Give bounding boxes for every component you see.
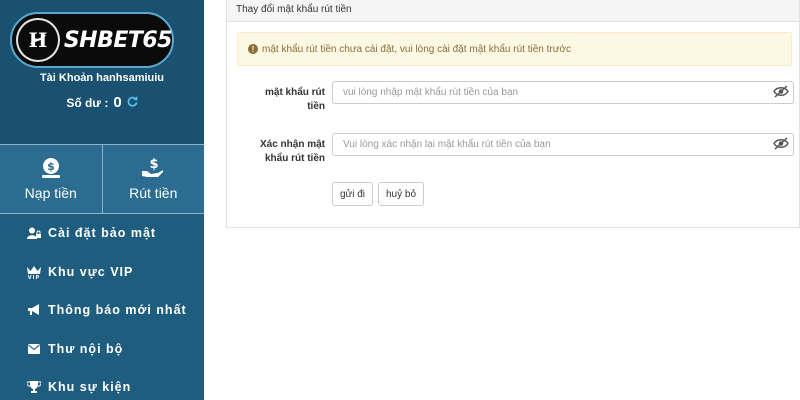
panel-title: Thay đổi mật khẩu rút tiền bbox=[227, 0, 799, 22]
crown-vip-icon: VIP bbox=[26, 265, 42, 279]
password-placeholder: vui lòng nhập mật khẩu rút tiền của bạn bbox=[343, 87, 519, 98]
deposit-button[interactable]: $ Nạp tiền bbox=[0, 145, 102, 213]
warning-alert: ! mật khẩu rút tiền chưa cài đặt, vui lò… bbox=[237, 32, 792, 66]
sidebar-item-label: Khu sự kiện bbox=[48, 380, 132, 395]
logo-text: SHBET65 bbox=[63, 27, 173, 53]
fund-actions: $ Nạp tiền $ Rút tiền bbox=[0, 144, 204, 214]
logo-emblem-icon: H bbox=[16, 18, 60, 62]
withdraw-label: Rút tiền bbox=[129, 185, 178, 201]
sidebar-menu: Cài đặt bảo mật VIP Khu vực VIP Thông bá… bbox=[0, 214, 204, 400]
password-label: mật khẩu rút tiền bbox=[235, 86, 325, 114]
envelope-icon bbox=[26, 343, 42, 354]
sidebar-item-label: Thư nội bộ bbox=[48, 341, 124, 356]
sidebar-item-notices[interactable]: Thông báo mới nhất bbox=[0, 291, 204, 330]
confirm-password-label: Xác nhận mật khẩu rút tiền bbox=[235, 138, 325, 166]
svg-text:$: $ bbox=[47, 160, 55, 173]
refresh-icon[interactable] bbox=[127, 95, 138, 110]
account-name: Tài Khoản hanhsamiuiu bbox=[39, 72, 165, 84]
sidebar-item-label: Thông báo mới nhất bbox=[48, 303, 187, 318]
submit-button[interactable]: gửi đi bbox=[332, 182, 373, 206]
balance-label: Số dư : bbox=[66, 95, 109, 110]
svg-text:$: $ bbox=[150, 157, 159, 172]
confirm-label-line2: khẩu rút tiền bbox=[264, 153, 325, 164]
confirm-password-placeholder: Vui lòng xác nhận lại mật khẩu rút tiền … bbox=[343, 139, 551, 150]
sidebar-item-inbox[interactable]: Thư nội bộ bbox=[0, 330, 204, 369]
password-label-line1: mật khẩu rút bbox=[264, 87, 325, 98]
sidebar: H SHBET65 Tài Khoản hanhsamiuiu Số dư : … bbox=[0, 0, 204, 400]
eye-slash-icon[interactable] bbox=[773, 137, 789, 153]
sidebar-item-label: Cài đặt bảo mật bbox=[48, 226, 157, 241]
trophy-icon bbox=[26, 381, 42, 394]
warning-text: mật khẩu rút tiền chưa cài đặt, vui lòng… bbox=[262, 43, 571, 55]
hand-dollar-icon: $ bbox=[141, 157, 165, 179]
account-panel: H SHBET65 Tài Khoản hanhsamiuiu Số dư : … bbox=[0, 0, 204, 144]
confirm-label-line1: Xác nhận mật bbox=[259, 139, 325, 150]
exclamation-icon: ! bbox=[248, 44, 258, 54]
sidebar-item-security[interactable]: Cài đặt bảo mật bbox=[0, 214, 204, 253]
eye-slash-icon[interactable] bbox=[773, 85, 789, 101]
deposit-label: Nạp tiền bbox=[24, 185, 77, 201]
confirm-password-input[interactable]: Vui lòng xác nhận lại mật khẩu rút tiền … bbox=[332, 133, 794, 156]
sidebar-item-vip[interactable]: VIP Khu vực VIP bbox=[0, 253, 204, 292]
withdraw-password-panel: Thay đổi mật khẩu rút tiền ! mật khẩu rú… bbox=[226, 0, 800, 228]
svg-text:VIP: VIP bbox=[28, 275, 40, 279]
money-bag-icon: $ bbox=[41, 157, 61, 179]
balance-row: Số dư : 0 bbox=[0, 94, 204, 111]
balance-value: 0 bbox=[113, 94, 122, 111]
brand-logo[interactable]: H SHBET65 bbox=[10, 12, 174, 68]
megaphone-icon bbox=[26, 304, 42, 316]
sidebar-item-label: Khu vực VIP bbox=[48, 264, 134, 279]
user-lock-icon bbox=[26, 227, 42, 240]
cancel-button[interactable]: huỷ bỏ bbox=[378, 182, 424, 206]
password-label-line2: tiền bbox=[307, 101, 325, 112]
withdraw-button[interactable]: $ Rút tiền bbox=[101, 145, 204, 213]
password-input[interactable]: vui lòng nhập mật khẩu rút tiền của bạn bbox=[332, 81, 794, 104]
sidebar-item-events[interactable]: Khu sự kiện bbox=[0, 368, 204, 400]
app-root: H SHBET65 Tài Khoản hanhsamiuiu Số dư : … bbox=[0, 0, 800, 400]
